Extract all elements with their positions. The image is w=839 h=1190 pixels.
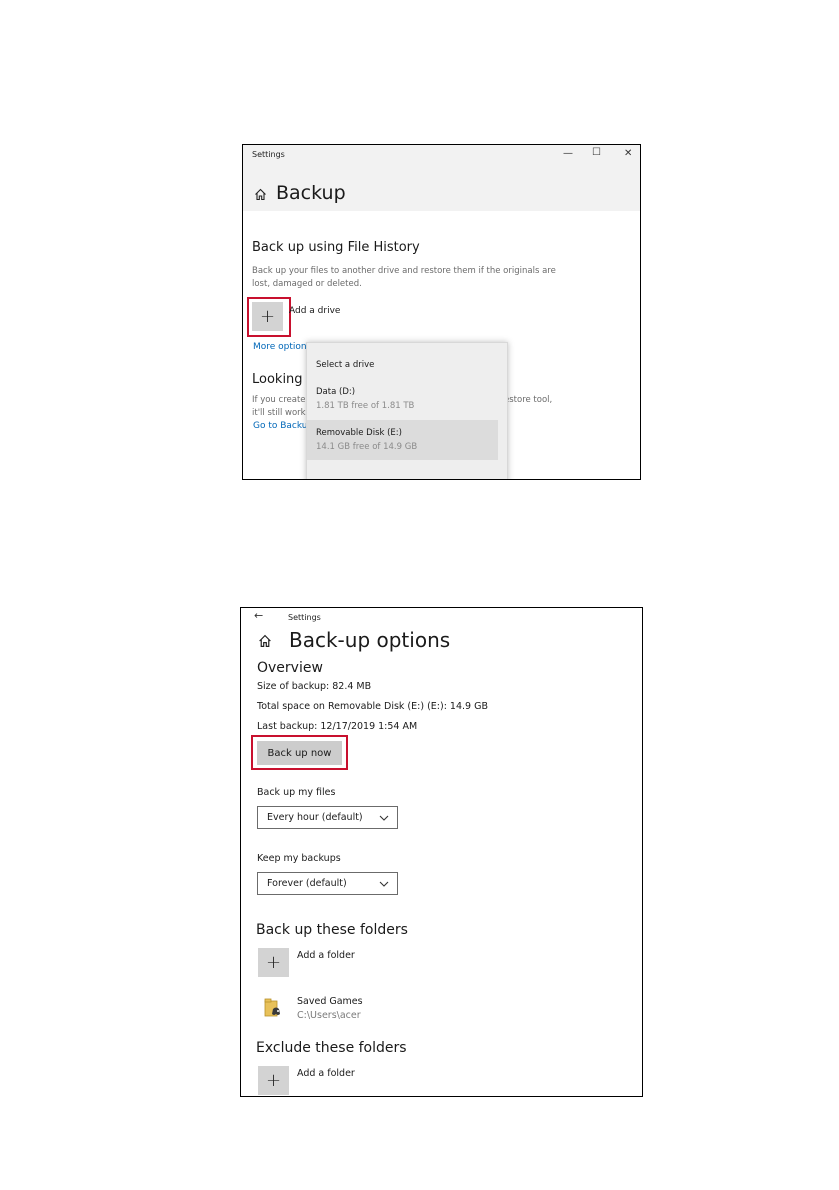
more-options-link[interactable]: More option — [253, 342, 307, 352]
total-space: Total space on Removable Disk (E:) (E:):… — [257, 701, 488, 712]
backup-settings-window: Settings — ☐ ✕ Backup Back up using File… — [242, 144, 641, 480]
drive-free-space: 1.81 TB free of 1.81 TB — [316, 401, 415, 411]
drive-name: Data (D:) — [316, 387, 356, 397]
looking-heading: Looking f — [252, 372, 312, 387]
saved-games-folder-icon — [264, 998, 280, 1017]
folder-item-saved-games[interactable]: Saved Games C:\Users\acer — [257, 994, 457, 1024]
chevron-down-icon — [379, 881, 389, 887]
highlight-box — [251, 735, 348, 770]
description-line: lost, damaged or deleted. — [252, 279, 362, 289]
chevron-down-icon — [379, 815, 389, 821]
maximize-button[interactable]: ☐ — [592, 148, 601, 158]
title-bar: Settings — ☐ ✕ Backup — [243, 145, 640, 211]
looking-text-line: If you create — [252, 395, 306, 405]
minimize-button[interactable]: — — [563, 149, 573, 159]
add-drive-label: Add a drive — [289, 306, 341, 316]
exclude-folders-heading: Exclude these folders — [256, 1040, 407, 1056]
drive-item-data[interactable]: Data (D:) 1.81 TB free of 1.81 TB — [307, 381, 498, 419]
select-drive-flyout: Select a drive Data (D:) 1.81 TB free of… — [306, 342, 508, 479]
looking-text-line: it'll still work — [252, 408, 306, 418]
backup-frequency-select[interactable]: Every hour (default) — [257, 806, 398, 829]
overview-heading: Overview — [257, 660, 323, 676]
select-value: Every hour (default) — [267, 812, 363, 823]
backup-options-window: ← Settings Back-up options Overview Size… — [240, 607, 643, 1097]
description-line: Back up your files to another drive and … — [252, 266, 556, 276]
highlight-box — [247, 297, 291, 337]
window-title: Settings — [252, 150, 285, 159]
back-arrow-icon[interactable]: ← — [254, 609, 263, 622]
drive-free-space: 14.1 GB free of 14.9 GB — [316, 442, 418, 452]
keep-backups-select[interactable]: Forever (default) — [257, 872, 398, 895]
back-up-my-files-label: Back up my files — [257, 787, 336, 798]
add-folder-button[interactable]: + — [258, 948, 289, 977]
folder-name: Saved Games — [297, 996, 363, 1007]
select-value: Forever (default) — [267, 878, 347, 889]
last-backup: Last backup: 12/17/2019 1:54 AM — [257, 721, 418, 732]
size-of-backup: Size of backup: 82.4 MB — [257, 681, 372, 692]
file-history-description: Back up your files to another drive and … — [252, 265, 556, 291]
folder-path: C:\Users\acer — [297, 1010, 361, 1021]
backup-folders-heading: Back up these folders — [256, 922, 408, 938]
home-icon[interactable] — [258, 634, 272, 648]
exclude-add-folder-label: Add a folder — [297, 1068, 355, 1079]
page-title: Back-up options — [289, 628, 451, 652]
looking-text-right: estore tool, — [504, 395, 553, 405]
main-content: Back up using File History Back up your … — [243, 211, 640, 479]
drive-item-removable[interactable]: Removable Disk (E:) 14.1 GB free of 14.9… — [307, 420, 498, 460]
file-history-heading: Back up using File History — [252, 240, 420, 255]
drive-name: Removable Disk (E:) — [316, 428, 402, 438]
flyout-heading: Select a drive — [316, 360, 375, 370]
add-folder-label: Add a folder — [297, 950, 355, 961]
exclude-add-folder-button[interactable]: + — [258, 1066, 289, 1095]
close-button[interactable]: ✕ — [624, 149, 632, 159]
plus-icon: + — [265, 952, 282, 973]
go-to-backup-link[interactable]: Go to Backu — [253, 421, 308, 431]
keep-backups-label: Keep my backups — [257, 853, 341, 864]
window-title: Settings — [288, 613, 321, 622]
home-icon[interactable] — [254, 188, 267, 201]
page-title: Backup — [276, 182, 346, 204]
plus-icon: + — [265, 1070, 282, 1091]
